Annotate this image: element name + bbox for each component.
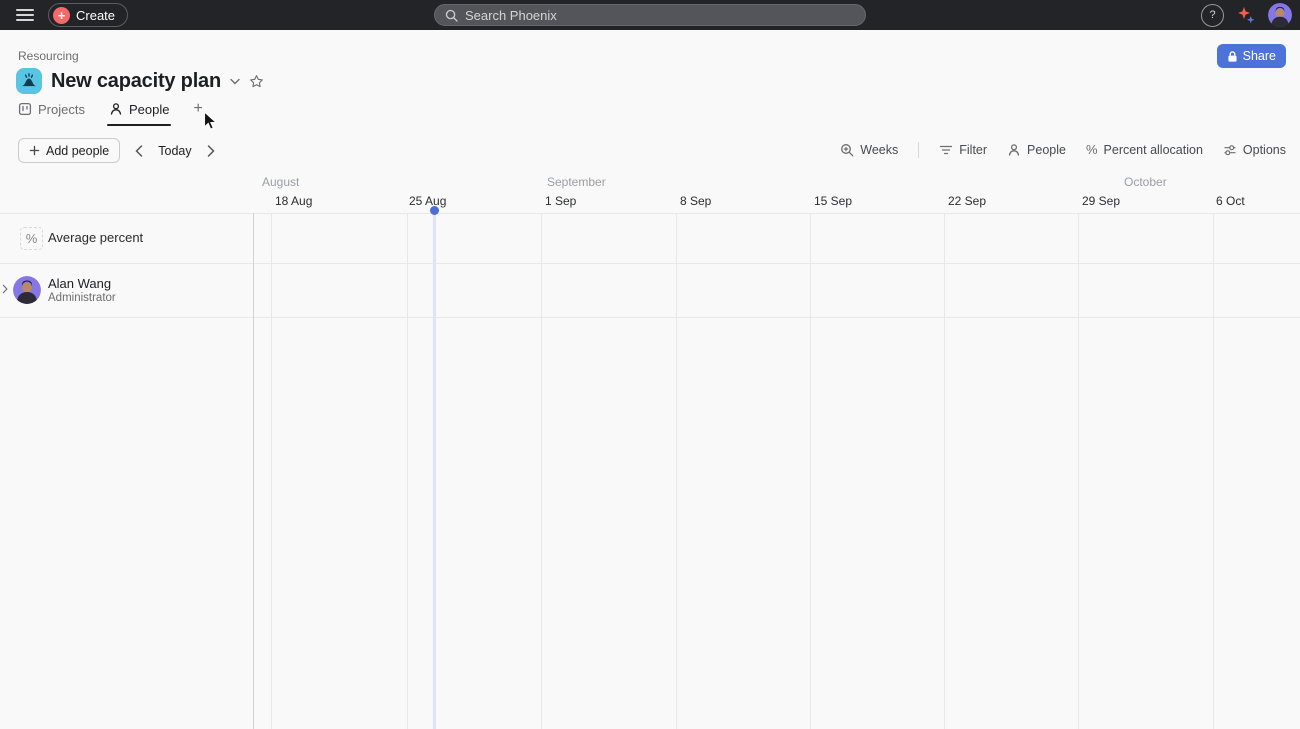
search-icon xyxy=(445,9,458,22)
tab-people-label: People xyxy=(129,102,169,117)
average-percent-label: Average percent xyxy=(48,230,143,245)
today-line xyxy=(433,210,436,729)
filter-label: Filter xyxy=(959,143,987,157)
title-row: New capacity plan xyxy=(16,67,264,95)
tab-projects[interactable]: Projects xyxy=(18,102,85,126)
share-button-label: Share xyxy=(1243,49,1276,63)
gridline xyxy=(1078,213,1079,729)
topbar-actions: ? xyxy=(1201,0,1292,30)
topbar: + Create Search Phoenix ? xyxy=(0,0,1300,30)
list-panel-border xyxy=(253,213,254,729)
month-label: September xyxy=(547,175,606,189)
person-role: Administrator xyxy=(48,292,116,304)
person-icon xyxy=(109,102,123,116)
week-label: 8 Sep xyxy=(680,194,711,208)
people-view-button[interactable]: People xyxy=(1007,143,1066,157)
title-chevron-down-icon[interactable] xyxy=(230,78,240,85)
zoom-level-button[interactable]: Weeks xyxy=(840,143,898,157)
week-label: 25 Aug xyxy=(409,194,446,208)
percent-icon: % xyxy=(1086,142,1098,157)
grid-hline xyxy=(0,263,1300,264)
star-icon[interactable] xyxy=(249,74,264,89)
lock-icon xyxy=(1227,50,1238,63)
tab-people[interactable]: People xyxy=(109,102,169,126)
week-label: 18 Aug xyxy=(275,194,312,208)
grid-hline xyxy=(0,317,1300,318)
week-label: 22 Sep xyxy=(948,194,986,208)
sliders-icon xyxy=(1223,143,1237,157)
add-tab-button[interactable]: + xyxy=(193,101,202,126)
filter-icon xyxy=(939,143,953,157)
hamburger-menu-icon[interactable] xyxy=(16,9,34,21)
add-people-label: Add people xyxy=(46,144,109,158)
filter-button[interactable]: Filter xyxy=(939,143,987,157)
page-title[interactable]: New capacity plan xyxy=(51,70,221,93)
user-avatar[interactable] xyxy=(1268,3,1292,27)
percent-allocation-button[interactable]: % Percent allocation xyxy=(1086,142,1203,157)
row-expand-chevron-icon[interactable] xyxy=(1,284,9,294)
today-marker-dot xyxy=(430,206,439,215)
gridline xyxy=(271,213,272,729)
week-label: 15 Sep xyxy=(814,194,852,208)
percent-allocation-label: Percent allocation xyxy=(1104,143,1203,157)
week-label: 1 Sep xyxy=(545,194,576,208)
people-view-label: People xyxy=(1027,143,1066,157)
zoom-level-label: Weeks xyxy=(860,143,898,157)
ai-sparkle-icon[interactable] xyxy=(1236,5,1256,25)
average-percent-icon: % xyxy=(20,227,43,250)
question-mark-icon: ? xyxy=(1209,9,1215,21)
create-button[interactable]: + Create xyxy=(48,3,128,27)
today-button[interactable]: Today xyxy=(158,144,191,158)
toolbar-right: Weeks Filter People % Percent allocation… xyxy=(840,138,1286,161)
mouse-cursor xyxy=(203,111,218,137)
gridline xyxy=(810,213,811,729)
person-name: Alan Wang xyxy=(48,276,111,291)
chevron-right-icon[interactable] xyxy=(207,145,215,157)
tab-projects-label: Projects xyxy=(38,102,85,117)
breadcrumb[interactable]: Resourcing xyxy=(18,49,79,63)
zoom-in-icon xyxy=(840,143,854,157)
grid-hline xyxy=(0,213,1300,214)
gridline xyxy=(944,213,945,729)
person-icon xyxy=(1007,143,1021,157)
capacity-plan-icon xyxy=(16,68,42,94)
options-button[interactable]: Options xyxy=(1223,143,1286,157)
month-label: October xyxy=(1124,175,1167,189)
projects-icon xyxy=(18,102,32,116)
week-label: 29 Sep xyxy=(1082,194,1120,208)
options-label: Options xyxy=(1243,143,1286,157)
create-button-label: Create xyxy=(76,8,115,23)
toolbar-left: Add people Today xyxy=(18,138,215,163)
gridline xyxy=(541,213,542,729)
gridline xyxy=(1213,213,1214,729)
tab-bar: Projects People + xyxy=(18,101,203,126)
toolbar-divider xyxy=(918,142,919,158)
gridline xyxy=(407,213,408,729)
chevron-left-icon[interactable] xyxy=(135,145,143,157)
month-label: August xyxy=(262,175,299,189)
timeline-grid xyxy=(0,213,1300,729)
capacity-plan-page: + Create Search Phoenix ? xyxy=(0,0,1300,729)
search-input[interactable]: Search Phoenix xyxy=(434,4,866,26)
gridline xyxy=(676,213,677,729)
plus-icon xyxy=(29,145,40,156)
add-people-button[interactable]: Add people xyxy=(18,138,120,163)
share-button[interactable]: Share xyxy=(1217,44,1286,68)
week-label: 6 Oct xyxy=(1216,194,1245,208)
plus-circle-icon: + xyxy=(53,7,70,24)
percent-glyph: % xyxy=(26,231,38,246)
help-button[interactable]: ? xyxy=(1201,4,1224,27)
search-placeholder: Search Phoenix xyxy=(465,8,557,23)
person-avatar xyxy=(13,276,41,304)
